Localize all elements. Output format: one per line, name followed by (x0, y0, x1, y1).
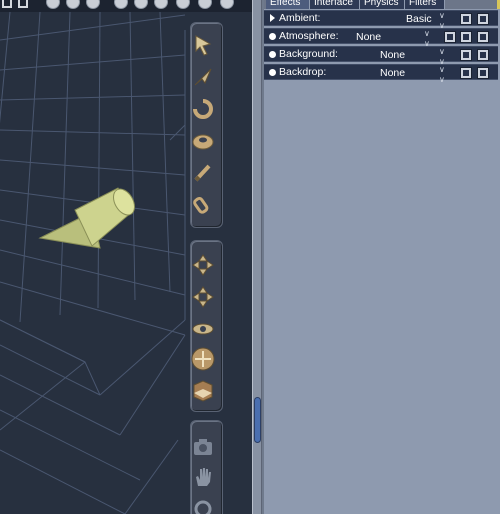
cube-icon[interactable] (46, 0, 60, 9)
effect-label: Backdrop: (279, 66, 327, 78)
move-icon[interactable] (134, 0, 148, 9)
bullet-dot-icon (269, 69, 276, 76)
cube-icon[interactable] (86, 0, 100, 9)
shield-icon[interactable] (154, 0, 168, 9)
effect-value[interactable]: Basic (406, 13, 432, 26)
move-xy-icon[interactable] (191, 285, 215, 309)
properties-panel: Effects Interface Physics Filters Ambien… (262, 0, 500, 514)
tab-filters[interactable]: Filters (405, 0, 445, 9)
effect-row-backdrop[interactable]: Backdrop: None ∨ ∨ (264, 64, 498, 84)
rotate-icon[interactable] (191, 97, 215, 121)
save-icon[interactable] (460, 13, 472, 25)
effect-value[interactable]: None (380, 49, 405, 62)
camera-icon[interactable] (191, 435, 215, 459)
tool-group-3 (190, 420, 223, 514)
save-icon[interactable] (460, 67, 472, 79)
bullet-dot-icon (269, 51, 276, 58)
effect-label: Atmosphere: (279, 30, 339, 42)
tab-bar: Effects Interface Physics Filters (264, 0, 500, 9)
save-icon[interactable] (460, 49, 472, 61)
effect-row-background[interactable]: Background: None ∨ ∨ (264, 46, 498, 66)
load-icon[interactable] (477, 67, 489, 79)
clip-icon[interactable] (191, 193, 215, 217)
effect-label: Ambient: (279, 12, 321, 24)
brush-icon[interactable] (191, 161, 215, 185)
effect-row-atmosphere[interactable]: Atmosphere: None ∨ ∨ (264, 28, 498, 48)
up-arrow-icon[interactable] (114, 0, 128, 9)
cone-object[interactable] (38, 185, 139, 249)
hand-icon[interactable] (191, 465, 215, 489)
sphere-icon[interactable] (198, 0, 212, 9)
chevron-down-icon[interactable]: ∨ ∨ (439, 65, 445, 85)
move-xz-icon[interactable] (191, 253, 215, 277)
grid-icon[interactable] (2, 0, 12, 8)
tool-group-2 (190, 240, 223, 412)
load-icon[interactable] (477, 13, 489, 25)
bullet-dot-icon (269, 33, 276, 40)
effect-row-ambient[interactable]: Ambient: Basic ∨ ∨ (264, 10, 498, 30)
arrow-select-icon[interactable] (191, 33, 215, 57)
splitter-grip[interactable] (254, 397, 261, 443)
cube-scale-icon[interactable] (191, 379, 215, 403)
gear-icon[interactable] (444, 31, 456, 43)
app-window: Effects Interface Physics Filters Ambien… (0, 0, 500, 514)
torus-icon[interactable] (191, 129, 215, 153)
grid-icon[interactable] (18, 0, 28, 8)
ring-icon[interactable] (191, 497, 215, 514)
move-yz-icon[interactable] (191, 317, 215, 341)
direction-arrow-icon[interactable] (191, 65, 215, 89)
load-icon[interactable] (477, 49, 489, 61)
expand-triangle-icon[interactable] (270, 14, 275, 22)
effect-value[interactable]: None (356, 31, 381, 44)
panel-splitter[interactable] (252, 0, 262, 514)
sphere-icon[interactable] (176, 0, 190, 9)
effect-label: Background: (279, 48, 338, 60)
3d-viewport[interactable] (0, 0, 252, 514)
tab-effects[interactable]: Effects (266, 0, 310, 9)
save-icon[interactable] (460, 31, 472, 43)
load-icon[interactable] (477, 31, 489, 43)
effect-value[interactable]: None (380, 67, 405, 80)
tool-group-1 (190, 22, 223, 228)
tab-interface[interactable]: Interface (310, 0, 360, 9)
cube-icon[interactable] (66, 0, 80, 9)
universal-move-icon[interactable] (191, 347, 215, 371)
viewport-top-toolbar (0, 0, 252, 12)
tab-physics[interactable]: Physics (360, 0, 405, 9)
sphere-icon[interactable] (220, 0, 234, 9)
